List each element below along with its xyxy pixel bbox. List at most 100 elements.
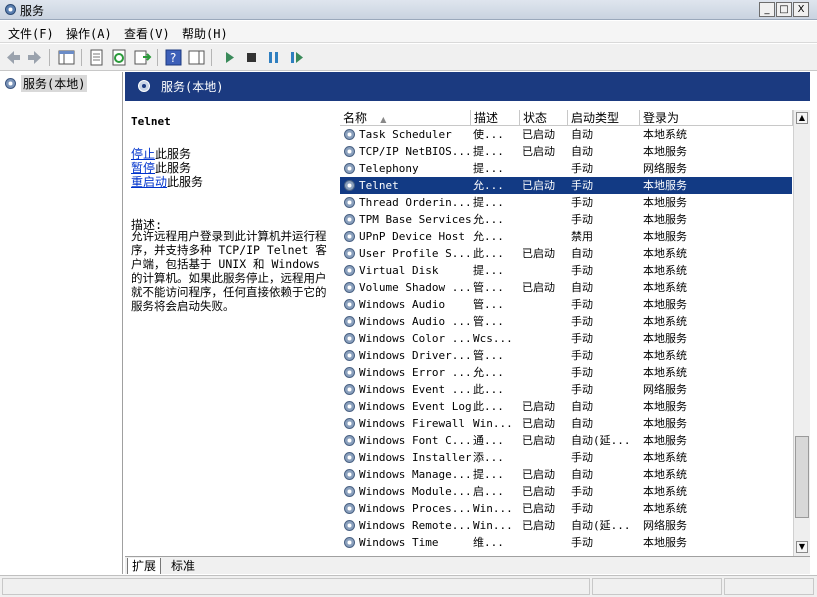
menu-action[interactable]: 操作(A) (66, 25, 112, 42)
stop-service-icon[interactable] (242, 48, 261, 67)
cell-status: 已启动 (522, 519, 555, 532)
cell-log-on-as: 本地系统 (643, 264, 687, 277)
action-pane-icon[interactable] (187, 48, 206, 67)
service-gear-icon (344, 384, 355, 395)
column-header-log-on-as[interactable]: 登录为 (640, 110, 793, 126)
refresh-icon[interactable] (110, 48, 129, 67)
table-row[interactable]: Windows Proces... Win... 已启动 手动 本地系统 (340, 500, 792, 517)
tab-extended[interactable]: 扩展 (127, 558, 162, 574)
scroll-down-arrow-icon[interactable]: ▼ (796, 541, 808, 553)
close-button[interactable]: X (793, 2, 809, 17)
tree-item-services-local[interactable]: 服务(本地) (3, 74, 88, 92)
table-row[interactable]: Volume Shadow ... 管... 已启动 自动 本地系统 (340, 279, 792, 296)
cell-log-on-as: 本地服务 (643, 145, 687, 158)
table-row[interactable]: Windows Installer 添... 手动 本地系统 (340, 449, 792, 466)
tab-standard[interactable]: 标准 (167, 558, 199, 574)
menu-file[interactable]: 文件(F) (8, 25, 54, 42)
cell-log-on-as: 本地服务 (643, 230, 687, 243)
column-header-description[interactable]: 描述 (471, 110, 520, 126)
service-gear-icon (344, 180, 355, 191)
table-row[interactable]: Thread Orderin... 提... 手动 本地服务 (340, 194, 792, 211)
restart-service-link[interactable]: 重启动 (131, 175, 167, 189)
cell-description: 添... (473, 451, 504, 464)
cell-log-on-as: 本地服务 (643, 536, 687, 549)
table-row[interactable]: User Profile S... 此... 已启动 自动 本地系统 (340, 245, 792, 262)
scrollbar-thumb[interactable] (795, 436, 809, 518)
table-row[interactable]: Windows Time 维... 手动 本地服务 (340, 534, 792, 551)
table-row[interactable]: Windows Event ... 此... 手动 网络服务 (340, 381, 792, 398)
cell-status: 已启动 (522, 128, 555, 141)
table-row[interactable]: Telephony 提... 手动 网络服务 (340, 160, 792, 177)
table-row[interactable]: TCP/IP NetBIOS... 提... 已启动 自动 本地服务 (340, 143, 792, 160)
show-tree-icon[interactable] (57, 48, 76, 67)
table-row[interactable]: Telnet 允... 已启动 手动 本地服务 (340, 177, 792, 194)
minimize-button[interactable]: _ (759, 2, 775, 17)
cell-description: Win... (473, 519, 513, 532)
table-row[interactable]: Virtual Disk 提... 手动 本地系统 (340, 262, 792, 279)
column-header-status[interactable]: 状态 (520, 110, 568, 126)
status-cell-main (2, 578, 590, 595)
service-gear-icon (344, 401, 355, 412)
back-arrow-icon[interactable] (4, 48, 23, 67)
table-row[interactable]: Windows Audio ... 管... 手动 本地系统 (340, 313, 792, 330)
cell-name: Windows Font C... (359, 434, 471, 447)
table-row[interactable]: Windows Remote... Win... 已启动 自动(延... 网络服务 (340, 517, 792, 534)
table-row[interactable]: Windows Event Log 此... 已启动 自动 本地服务 (340, 398, 792, 415)
properties-icon[interactable] (87, 48, 106, 67)
cell-description: 提... (473, 264, 504, 277)
cell-startup-type: 自动(延... (571, 519, 631, 532)
cell-description: 允... (473, 230, 504, 243)
column-header-name[interactable]: 名称 ▲ (340, 110, 471, 126)
table-row[interactable]: Windows Driver... 管... 手动 本地系统 (340, 347, 792, 364)
cell-status: 已启动 (522, 468, 555, 481)
window-title: 服务 (20, 4, 45, 18)
table-row[interactable]: TPM Base Services 允... 手动 本地服务 (340, 211, 792, 228)
services-gear-icon (5, 4, 16, 15)
table-row[interactable]: UPnP Device Host 允... 禁用 本地服务 (340, 228, 792, 245)
cell-status: 已启动 (522, 179, 555, 192)
service-gear-icon (344, 316, 355, 327)
list-vertical-scrollbar[interactable]: ▲ ▼ (793, 110, 810, 556)
cell-log-on-as: 本地服务 (643, 213, 687, 226)
menu-view[interactable]: 查看(V) (124, 25, 170, 42)
resume-service-icon[interactable] (287, 48, 306, 67)
cell-description: 允... (473, 213, 504, 226)
table-row[interactable]: Windows Audio 管... 手动 本地服务 (340, 296, 792, 313)
scroll-up-arrow-icon[interactable]: ▲ (796, 112, 808, 124)
status-cell-3 (724, 578, 814, 595)
column-header-startup-type[interactable]: 启动类型 (568, 110, 640, 126)
cell-description: Win... (473, 502, 513, 515)
service-gear-icon (344, 163, 355, 174)
export-list-icon[interactable] (133, 48, 152, 67)
cell-name: Windows Event ... (359, 383, 471, 396)
maximize-button[interactable]: □ (776, 2, 792, 17)
cell-startup-type: 手动 (571, 264, 593, 277)
service-gear-icon (344, 435, 355, 446)
menu-help[interactable]: 帮助(H) (182, 25, 228, 42)
cell-description: 管... (473, 298, 504, 311)
service-gear-icon (344, 282, 355, 293)
help-icon[interactable]: ? (164, 48, 183, 67)
cell-startup-type: 手动 (571, 349, 593, 362)
cell-log-on-as: 本地服务 (643, 298, 687, 311)
cell-log-on-as: 本地系统 (643, 366, 687, 379)
restart-action: 重启动此服务 (131, 175, 204, 189)
console-tree: 服务(本地) (0, 72, 123, 574)
cell-startup-type: 自动 (571, 145, 593, 158)
table-row[interactable]: Windows Module... 启... 已启动 手动 本地系统 (340, 483, 792, 500)
pane-header: 服务(本地) (125, 72, 810, 101)
table-row[interactable]: Windows Color ... Wcs... 手动 本地服务 (340, 330, 792, 347)
cell-name: User Profile S... (359, 247, 471, 260)
start-service-icon[interactable] (220, 48, 239, 67)
forward-arrow-icon[interactable] (25, 48, 44, 67)
table-row[interactable]: Task Scheduler 使... 已启动 自动 本地系统 (340, 126, 792, 143)
pause-service-icon[interactable] (264, 48, 283, 67)
cell-log-on-as: 网络服务 (643, 162, 687, 175)
table-row[interactable]: Windows Firewall Win... 已启动 自动 本地服务 (340, 415, 792, 432)
table-row[interactable]: Windows Font C... 通... 已启动 自动(延... 本地服务 (340, 432, 792, 449)
table-row[interactable]: Windows Error ... 允... 手动 本地系统 (340, 364, 792, 381)
cell-status: 已启动 (522, 485, 555, 498)
services-list[interactable]: 名称 ▲ 描述 状态 启动类型 登录为 Task Scheduler 使... 已启… (340, 110, 810, 556)
table-row[interactable]: Windows Manage... 提... 已启动 自动 本地系统 (340, 466, 792, 483)
cell-status: 已启动 (522, 502, 555, 515)
